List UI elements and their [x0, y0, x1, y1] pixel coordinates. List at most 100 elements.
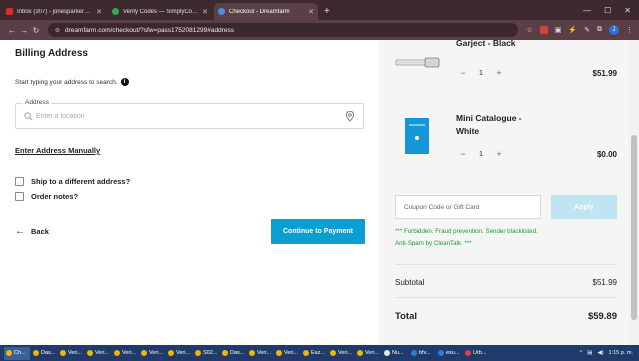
- product-name-line: Garject - Black: [456, 40, 516, 48]
- clock[interactable]: 1:15 p. m.: [609, 350, 633, 356]
- taskbar-item[interactable]: esu...: [436, 347, 462, 360]
- back-button[interactable]: ← Back: [15, 226, 49, 237]
- chevron-up-icon[interactable]: ^: [580, 350, 583, 356]
- app-icon: [168, 350, 174, 356]
- check-icon: [112, 8, 119, 15]
- checkout-page: Billing Address Start typing your addres…: [0, 40, 639, 345]
- increase-qty-button[interactable]: +: [492, 149, 506, 159]
- extension-icon[interactable]: ▣: [555, 26, 562, 34]
- menu-icon[interactable]: ⋮: [626, 26, 633, 34]
- total-label: Total: [395, 311, 417, 322]
- taskbar-item[interactable]: S02...: [193, 347, 219, 360]
- extension-icon[interactable]: [539, 26, 548, 34]
- billing-section: Billing Address Start typing your addres…: [0, 40, 379, 345]
- product-image-catalogue: [405, 118, 429, 154]
- taskbar-item[interactable]: Das...: [31, 347, 57, 360]
- minimize-icon[interactable]: —: [583, 6, 591, 15]
- scrollbar-thumb[interactable]: [631, 135, 637, 320]
- site-info-icon[interactable]: ⊜: [55, 27, 60, 34]
- taskbar-item[interactable]: Veri...: [139, 347, 165, 360]
- forward-nav-icon[interactable]: →: [18, 26, 30, 35]
- extensions-puzzle-icon[interactable]: ⧉: [597, 26, 602, 34]
- address-field[interactable]: Address: [15, 99, 364, 129]
- close-tab-icon[interactable]: ✕: [96, 8, 102, 16]
- taskbar-item[interactable]: Nu...: [382, 347, 408, 360]
- page-scrollbar[interactable]: [629, 40, 639, 345]
- taskbar-item[interactable]: Veri...: [328, 347, 354, 360]
- quantity-stepper[interactable]: − 1 +: [456, 66, 506, 80]
- address-input[interactable]: [36, 111, 336, 122]
- profile-avatar[interactable]: J: [609, 25, 619, 35]
- maximize-icon[interactable]: ☐: [604, 6, 611, 15]
- taskbar-item[interactable]: Veri...: [166, 347, 192, 360]
- decrease-qty-button[interactable]: −: [456, 149, 470, 159]
- quantity-value: 1: [479, 69, 483, 77]
- extension-icon[interactable]: ⚡: [568, 26, 577, 34]
- app-icon: [384, 350, 390, 356]
- product-name-line: White: [456, 126, 480, 136]
- taskbar-item[interactable]: Veri...: [112, 347, 138, 360]
- url-text: dreamfarm.com/checkout/?sfw=pass17520812…: [65, 26, 234, 34]
- location-pin-icon[interactable]: [345, 111, 355, 122]
- taskbar-label: Veri...: [95, 350, 110, 356]
- app-icon: [330, 350, 336, 356]
- divider: [395, 264, 617, 265]
- back-nav-icon[interactable]: ←: [6, 26, 18, 35]
- apply-coupon-button[interactable]: Apply: [551, 195, 617, 219]
- taskbar-item[interactable]: Eaz...: [301, 347, 327, 360]
- taskbar-item[interactable]: Veri...: [58, 347, 84, 360]
- info-icon[interactable]: i: [120, 78, 129, 86]
- taskbar-item[interactable]: Veri...: [355, 347, 381, 360]
- divider: [395, 297, 617, 298]
- search-icon: [24, 112, 33, 121]
- browser-toolbar: ← → ↻ ⊜ dreamfarm.com/checkout/?sfw=pass…: [0, 20, 639, 40]
- taskbar-item[interactable]: Ch...: [4, 346, 30, 360]
- taskbar-label: Veri...: [176, 350, 191, 356]
- browser-tab-checkout[interactable]: Checkout - Dreamfarm ✕: [214, 3, 318, 20]
- window-controls: — ☐ ✕: [583, 6, 639, 20]
- taskbar-label: Eaz...: [311, 350, 326, 356]
- wordpress-icon: [218, 8, 225, 15]
- app-icon: [60, 350, 66, 356]
- coupon-input[interactable]: [395, 195, 541, 219]
- app-icon: [438, 350, 444, 356]
- new-tab-button[interactable]: +: [324, 6, 330, 17]
- item-price: $0.00: [596, 150, 617, 159]
- reload-icon[interactable]: ↻: [30, 26, 42, 35]
- total-value: $59.89: [587, 311, 617, 322]
- bookmark-star-icon[interactable]: ☆: [527, 26, 533, 34]
- quantity-stepper[interactable]: − 1 +: [456, 147, 506, 161]
- tab-title: Inbox (307) - jonesparker7550: [17, 8, 94, 15]
- extension-icon[interactable]: ✎: [584, 26, 590, 34]
- ship-different-row[interactable]: Ship to a different address?: [15, 177, 130, 186]
- product-name: Garject - Black: [456, 40, 516, 50]
- close-tab-icon[interactable]: ✕: [202, 8, 208, 16]
- volume-icon[interactable]: ◀): [597, 350, 603, 356]
- network-icon[interactable]: ▤: [587, 350, 592, 356]
- browser-tab-simplycodes[interactable]: Verify Codes — SimplyCodes ✕: [108, 3, 212, 20]
- enter-address-manually-link[interactable]: Enter Address Manually: [15, 146, 100, 155]
- extensions-area: ☆ ▣ ⚡ ✎ ⧉ J ⋮: [527, 25, 633, 35]
- os-taskbar: Ch... Das... Veri... Veri... Veri... Ver…: [0, 345, 639, 361]
- close-window-icon[interactable]: ✕: [624, 6, 631, 15]
- address-bar[interactable]: ⊜ dreamfarm.com/checkout/?sfw=pass175208…: [48, 23, 518, 37]
- increase-qty-button[interactable]: +: [492, 68, 506, 78]
- order-summary: Garject - Black − 1 + $51.99 Mini Catalo…: [379, 40, 629, 345]
- close-tab-icon[interactable]: ✕: [308, 8, 314, 16]
- ship-different-checkbox[interactable]: [15, 177, 24, 186]
- taskbar-label: esu...: [446, 350, 460, 356]
- taskbar-item[interactable]: Veri...: [274, 347, 300, 360]
- order-notes-label: Order notes?: [31, 192, 79, 201]
- ship-different-label: Ship to a different address?: [31, 177, 131, 186]
- taskbar-item[interactable]: Veri...: [247, 347, 273, 360]
- order-notes-checkbox[interactable]: [15, 192, 24, 201]
- taskbar-item[interactable]: Veri...: [85, 347, 111, 360]
- taskbar-item[interactable]: Urb...: [463, 347, 489, 360]
- taskbar-item[interactable]: Das...: [220, 347, 246, 360]
- order-notes-row[interactable]: Order notes?: [15, 192, 78, 201]
- taskbar-item[interactable]: bfv...: [409, 347, 435, 360]
- continue-to-payment-button[interactable]: Continue to Payment: [271, 219, 365, 244]
- browser-tab-gmail[interactable]: Inbox (307) - jonesparker7550 ✕: [2, 3, 106, 20]
- taskbar-label: Das...: [230, 350, 245, 356]
- decrease-qty-button[interactable]: −: [456, 68, 470, 78]
